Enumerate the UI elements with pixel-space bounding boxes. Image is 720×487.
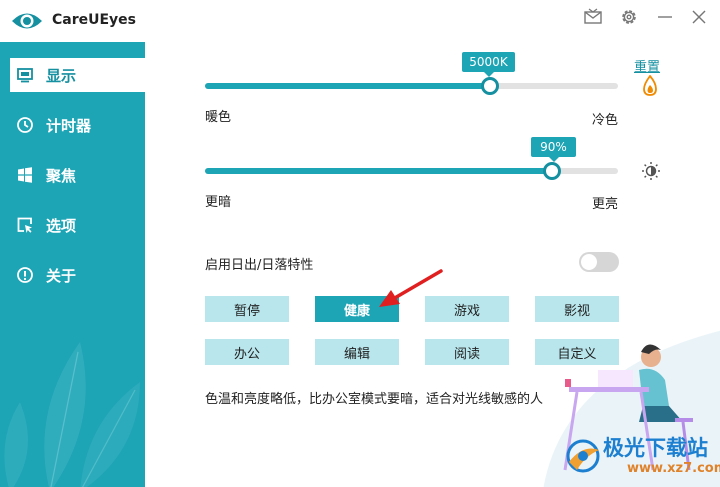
close-button[interactable] bbox=[684, 5, 714, 29]
sidebar-item-label: 显示 bbox=[46, 66, 77, 85]
preset-movie-button[interactable]: 影视 bbox=[535, 296, 619, 322]
warm-label: 暖色 bbox=[205, 110, 232, 125]
mail-button[interactable] bbox=[578, 5, 608, 29]
sunrise-sunset-label: 启用日出/日落特性 bbox=[205, 258, 314, 273]
preset-description: 色温和亮度略低，比办公室模式要暗，适合对光线敏感的人 bbox=[205, 392, 544, 407]
reset-link[interactable]: 重置 bbox=[634, 56, 660, 75]
display-panel: 5000K 暖色 冷色 重置 90% 更暗 更亮 启用日出/日落特性 暂停 健康… bbox=[145, 42, 720, 487]
color-temp-slider[interactable] bbox=[205, 83, 618, 89]
toggle-knob bbox=[581, 254, 597, 270]
app-title: CareUEyes bbox=[52, 12, 137, 28]
preset-office-button[interactable]: 办公 bbox=[205, 339, 289, 365]
watermark-logo-icon bbox=[566, 439, 600, 473]
sidebar-item-about[interactable]: 关于 bbox=[10, 258, 145, 292]
gear-icon bbox=[622, 10, 636, 24]
brighter-label: 更亮 bbox=[592, 197, 619, 212]
sidebar-item-options[interactable]: 选项 bbox=[10, 208, 145, 242]
brightness-value-tooltip: 90% bbox=[531, 137, 576, 162]
sidebar-item-display[interactable]: 显示 bbox=[10, 58, 145, 92]
watermark-title: 极光下载站 bbox=[603, 436, 708, 460]
monitor-icon bbox=[16, 66, 34, 84]
sidebar-item-label: 聚焦 bbox=[46, 166, 77, 185]
flame-icon[interactable] bbox=[641, 75, 659, 97]
title-bar: CareUEyes bbox=[0, 0, 720, 42]
minimize-icon bbox=[658, 16, 672, 18]
eye-logo-icon bbox=[12, 13, 42, 29]
sidebar-item-focus[interactable]: 聚焦 bbox=[10, 158, 145, 192]
sidebar-item-label: 选项 bbox=[46, 216, 77, 235]
settings-button[interactable] bbox=[614, 5, 644, 29]
color-temp-value-tooltip: 5000K bbox=[462, 52, 515, 77]
windows-icon bbox=[16, 166, 34, 184]
clock-icon bbox=[16, 116, 34, 134]
watermark-url: www.xz7.com bbox=[627, 461, 720, 476]
sidebar: 显示 计时器 聚焦 选项 关于 bbox=[0, 42, 145, 487]
preset-edit-button[interactable]: 编辑 bbox=[315, 339, 399, 365]
brightness-slider-thumb[interactable] bbox=[542, 162, 561, 180]
color-temp-slider-fill bbox=[205, 83, 490, 89]
close-icon bbox=[692, 10, 706, 24]
sidebar-item-label: 计时器 bbox=[46, 116, 92, 135]
minimize-button[interactable] bbox=[650, 5, 680, 29]
cursor-window-icon bbox=[16, 216, 34, 234]
watermark: 极光下载站 www.xz7.com bbox=[563, 432, 720, 484]
sidebar-item-label: 关于 bbox=[46, 266, 77, 285]
preset-reading-button[interactable]: 阅读 bbox=[425, 339, 509, 365]
brightness-slider-fill bbox=[205, 168, 552, 174]
color-temp-slider-thumb[interactable] bbox=[480, 77, 499, 95]
info-icon bbox=[16, 266, 34, 284]
dimmer-label: 更暗 bbox=[205, 195, 232, 210]
preset-pause-button[interactable]: 暂停 bbox=[205, 296, 289, 322]
brightness-icon bbox=[642, 162, 660, 180]
leaf-decoration-icon bbox=[4, 342, 140, 487]
mail-icon bbox=[584, 8, 602, 24]
red-arrow-annotation-icon bbox=[379, 269, 443, 307]
preset-custom-button[interactable]: 自定义 bbox=[535, 339, 619, 365]
sunrise-sunset-toggle[interactable] bbox=[579, 252, 619, 272]
sidebar-item-timer[interactable]: 计时器 bbox=[10, 108, 145, 142]
cool-label: 冷色 bbox=[592, 113, 619, 128]
